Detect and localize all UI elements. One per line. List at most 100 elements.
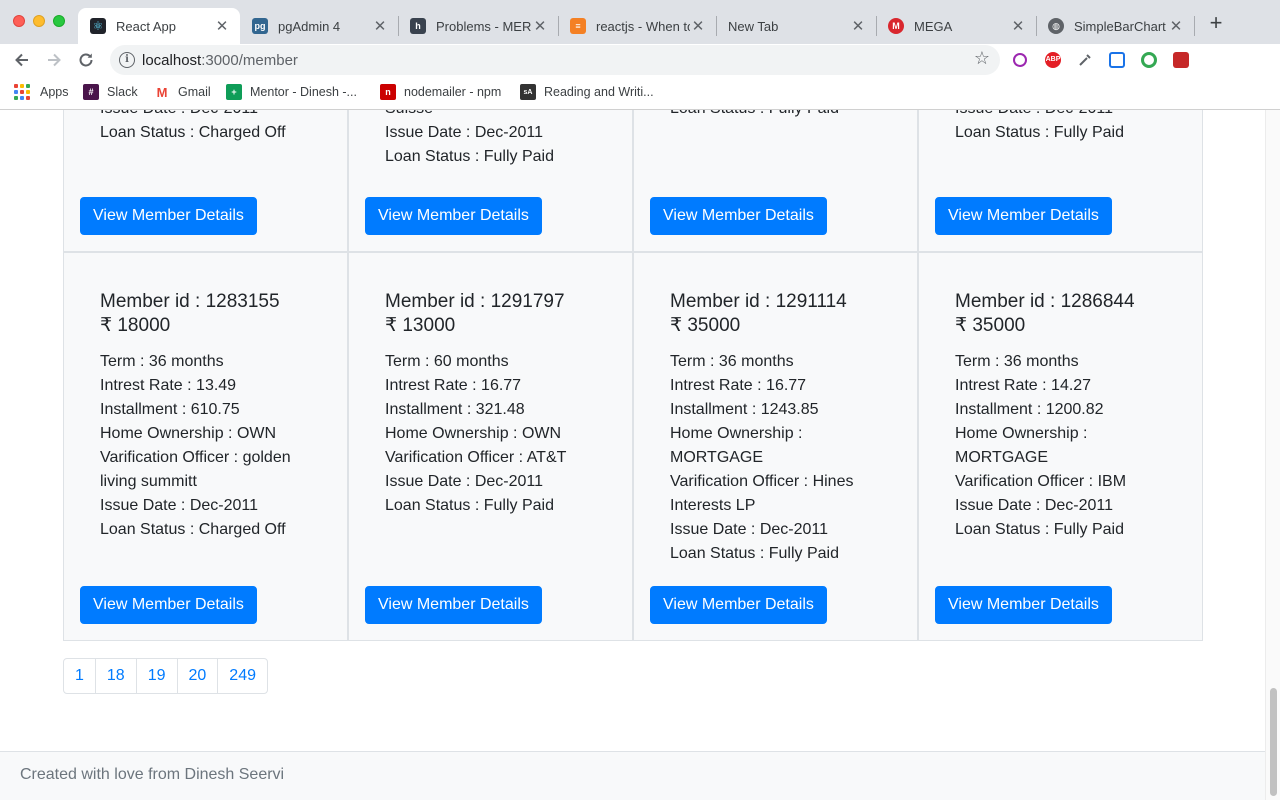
- bookmark-mentor[interactable]: + Mentor - Dinesh -...: [226, 83, 357, 101]
- close-window-icon[interactable]: [13, 15, 25, 27]
- loan-status: Loan Status : Fully Paid: [955, 124, 1124, 141]
- loan-status: Loan Status : Fully Paid: [670, 545, 839, 562]
- bookmark-star-icon[interactable]: ☆: [974, 48, 990, 69]
- bookmark-label: Apps: [40, 85, 69, 99]
- close-tab-icon[interactable]: ✕: [1010, 17, 1026, 35]
- globe-icon: ◍: [1048, 18, 1064, 34]
- view-member-details-button[interactable]: View Member Details: [365, 197, 542, 235]
- loan-amount: ₹ 13000: [385, 315, 456, 336]
- page-link[interactable]: 20: [176, 658, 219, 694]
- member-fields: Term : 60 months Intrest Rate : 16.77 In…: [385, 350, 605, 518]
- close-tab-icon[interactable]: ✕: [690, 17, 706, 35]
- close-tab-icon[interactable]: ✕: [850, 17, 866, 35]
- issue-date: Issue Date : Dec-2011: [385, 473, 544, 490]
- extension-broadcast-icon[interactable]: [1013, 53, 1027, 67]
- extension-bug-icon[interactable]: [1173, 52, 1189, 68]
- browser-tab-mega[interactable]: M MEGA ✕: [876, 8, 1036, 44]
- back-button[interactable]: [10, 48, 34, 72]
- page-scrollbar[interactable]: [1265, 110, 1280, 800]
- installment: Installment : 1200.82: [955, 401, 1104, 418]
- member-card: Issue Date : Dec-2011 Loan Status : Char…: [63, 110, 348, 252]
- member-id: Member id : 1283155: [100, 291, 280, 312]
- adblock-icon[interactable]: ABP: [1045, 52, 1061, 68]
- browser-tab-simplebarchart[interactable]: ◍ SimpleBarChart ✕: [1036, 8, 1194, 44]
- loan-status: Loan Status : Charged Off: [100, 124, 286, 141]
- home-ownership: Home Ownership : MORTGAGE: [955, 425, 1088, 466]
- view-member-details-button[interactable]: View Member Details: [935, 197, 1112, 235]
- npm-icon: n: [380, 84, 396, 100]
- reload-button[interactable]: [74, 48, 98, 72]
- footer-text: Created with love from Dinesh Seervi: [20, 766, 285, 783]
- page-link[interactable]: 249: [217, 658, 268, 694]
- member-card: Suisse Issue Date : Dec-2011 Loan Status…: [348, 110, 633, 252]
- url-host: localhost: [142, 52, 202, 69]
- browser-tab-react-app[interactable]: ⚛ React App ✕: [78, 8, 240, 44]
- extension-circle-icon[interactable]: [1141, 52, 1157, 68]
- issue-date: Issue Date : Dec-2011: [955, 110, 1175, 121]
- mentor-icon: +: [226, 84, 242, 100]
- bookmark-apps[interactable]: Apps: [14, 83, 69, 101]
- browser-tab-reactjs[interactable]: ≡ reactjs - When to ✕: [558, 8, 716, 44]
- term: Term : 36 months: [670, 353, 794, 370]
- member-fields: Loan Status : Fully Paid: [670, 110, 890, 121]
- close-tab-icon[interactable]: ✕: [372, 17, 388, 35]
- term: Term : 60 months: [385, 353, 509, 370]
- close-tab-icon[interactable]: ✕: [214, 17, 230, 35]
- browser-tab-problems[interactable]: h Problems - MERN ✕: [398, 8, 558, 44]
- view-member-details-button[interactable]: View Member Details: [80, 197, 257, 235]
- bookmark-reading[interactable]: sA Reading and Writi...: [520, 83, 654, 101]
- view-member-details-button[interactable]: View Member Details: [80, 586, 257, 624]
- bookmark-gmail[interactable]: M Gmail: [154, 83, 211, 101]
- view-member-details-button[interactable]: View Member Details: [365, 586, 542, 624]
- eyedropper-glyph-icon: [1079, 54, 1091, 66]
- maximize-window-icon[interactable]: [53, 15, 65, 27]
- issue-date: Issue Date : Dec-2011: [100, 497, 259, 514]
- eyedropper-icon[interactable]: [1077, 52, 1093, 68]
- footer: Created with love from Dinesh Seervi: [0, 751, 1265, 800]
- browser-tab-pgadmin[interactable]: pg pgAdmin 4 ✕: [240, 8, 398, 44]
- member-card: Member id : 1291797 ₹ 13000 Term : 60 mo…: [348, 252, 633, 641]
- bookmark-label: nodemailer - npm: [404, 85, 502, 99]
- member-fields: Suisse Issue Date : Dec-2011 Loan Status…: [385, 110, 605, 169]
- url-text[interactable]: localhost:3000/member: [142, 52, 298, 69]
- page-link[interactable]: 19: [135, 658, 178, 694]
- browser-toolbar: i localhost:3000/member ☆ ABP D: [0, 44, 1280, 115]
- tab-title: SimpleBarChart: [1074, 18, 1166, 34]
- loan-amount: ₹ 18000: [100, 315, 171, 336]
- close-tab-icon[interactable]: ✕: [532, 17, 548, 35]
- view-member-details-button[interactable]: View Member Details: [650, 586, 827, 624]
- pagination: 1 18 19 20 249: [63, 658, 268, 694]
- bookmark-nodemailer[interactable]: n nodemailer - npm: [380, 83, 501, 101]
- address-bar[interactable]: i localhost:3000/member ☆: [110, 45, 1000, 75]
- member-id: Member id : 1291114: [670, 291, 847, 312]
- verification-officer: Varification Officer : IBM: [955, 473, 1127, 490]
- page-content: Issue Date : Dec-2011 Loan Status : Char…: [0, 110, 1280, 800]
- loan-status: Loan Status : Fully Paid: [385, 497, 554, 514]
- page-link[interactable]: 18: [94, 658, 137, 694]
- member-id: Member id : 1291797: [385, 291, 565, 312]
- url-path: :3000/member: [201, 52, 298, 69]
- page-link[interactable]: 1: [63, 658, 96, 694]
- verification-officer: Varification Officer : AT&T: [385, 449, 567, 466]
- issue-date: Issue Date : Dec-2011: [100, 110, 320, 121]
- view-member-details-button[interactable]: View Member Details: [935, 586, 1112, 624]
- scrollbar-thumb[interactable]: [1270, 688, 1277, 796]
- new-tab-button[interactable]: +: [1206, 12, 1226, 36]
- issue-date: Issue Date : Dec-2011: [385, 124, 544, 141]
- view-member-details-button[interactable]: View Member Details: [650, 197, 827, 235]
- home-ownership: Home Ownership : OWN: [385, 425, 562, 442]
- tab-title: React App: [116, 18, 176, 34]
- browser-tab-strip: ⚛ React App ✕ pg pgAdmin 4 ✕ h Problems …: [0, 0, 1280, 44]
- site-info-icon[interactable]: i: [119, 52, 135, 68]
- member-card: Member id : 1291114 ₹ 35000 Term : 36 mo…: [633, 252, 918, 641]
- browser-tab-new-tab[interactable]: New Tab ✕: [716, 8, 876, 44]
- verification-officer-cont: Suisse: [385, 110, 605, 121]
- close-tab-icon[interactable]: ✕: [1168, 17, 1184, 35]
- member-id: Member id : 1286844: [955, 291, 1135, 312]
- bookmark-slack[interactable]: # Slack: [83, 83, 138, 101]
- minimize-window-icon[interactable]: [33, 15, 45, 27]
- extension-copy-icon[interactable]: [1109, 52, 1125, 68]
- loan-status: Loan Status : Fully Paid: [955, 521, 1124, 538]
- bookmarks-bar: Apps # Slack M Gmail + Mentor - Dinesh -…: [0, 76, 1280, 110]
- forward-button[interactable]: [42, 48, 66, 72]
